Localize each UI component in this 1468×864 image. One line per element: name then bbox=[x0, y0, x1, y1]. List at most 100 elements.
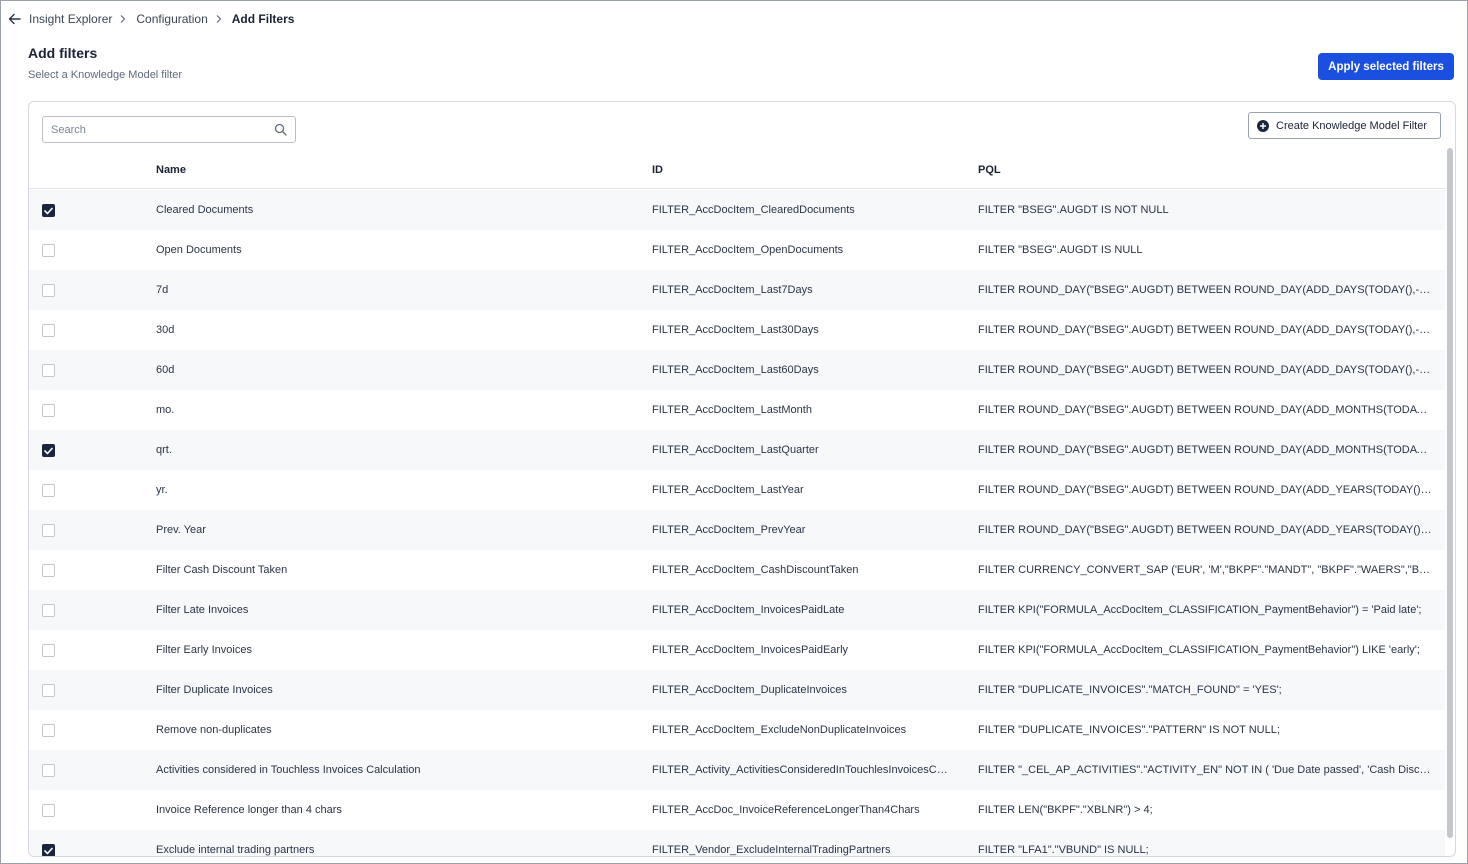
table-row[interactable]: Filter Duplicate Invoices FILTER_AccDocI… bbox=[29, 670, 1445, 710]
apply-selected-filters-button[interactable]: Apply selected filters bbox=[1318, 53, 1454, 80]
row-checkbox[interactable] bbox=[42, 404, 55, 417]
create-knowledge-model-filter-button[interactable]: Create Knowledge Model Filter bbox=[1248, 112, 1441, 139]
row-checkbox[interactable] bbox=[42, 604, 55, 617]
plus-circle-icon bbox=[1257, 119, 1269, 132]
row-id: FILTER_Activity_ActivitiesConsideredInTo… bbox=[652, 764, 952, 776]
row-pql: FILTER KPI("FORMULA_AccDocItem_CLASSIFIC… bbox=[978, 604, 1422, 616]
table-row[interactable]: Filter Late Invoices FILTER_AccDocItem_I… bbox=[29, 590, 1445, 630]
row-name: 60d bbox=[156, 364, 175, 376]
row-pql: FILTER "_CEL_AP_ACTIVITIES"."ACTIVITY_EN… bbox=[978, 764, 1434, 776]
row-id: FILTER_AccDocItem_OpenDocuments bbox=[652, 244, 844, 256]
filters-panel: Create Knowledge Model Filter Name ID PQ… bbox=[28, 101, 1456, 857]
scrollbar-thumb[interactable] bbox=[1447, 148, 1453, 838]
create-button-label: Create Knowledge Model Filter bbox=[1276, 119, 1428, 132]
row-pql: FILTER LEN("BKPF"."XBLNR") > 4; bbox=[978, 804, 1153, 816]
check-icon bbox=[44, 447, 53, 454]
table-row[interactable]: Filter Early Invoices FILTER_AccDocItem_… bbox=[29, 630, 1445, 670]
row-id: FILTER_AccDoc_InvoiceReferenceLongerThan… bbox=[652, 804, 920, 816]
row-id: FILTER_AccDocItem_InvoicesPaidLate bbox=[652, 604, 845, 616]
row-id: FILTER_AccDocItem_LastYear bbox=[652, 484, 804, 496]
row-pql: FILTER ROUND_DAY("BSEG".AUGDT) BETWEEN R… bbox=[978, 484, 1434, 496]
table-body: Cleared Documents FILTER_AccDocItem_Clea… bbox=[29, 190, 1445, 856]
row-name: Remove non-duplicates bbox=[156, 724, 272, 736]
table-row[interactable]: 30d FILTER_AccDocItem_Last30Days FILTER … bbox=[29, 310, 1445, 350]
page-title: Add filters bbox=[28, 45, 98, 61]
chevron-right-icon bbox=[119, 14, 129, 24]
row-checkbox[interactable] bbox=[42, 244, 55, 257]
row-id: FILTER_Vendor_ExcludeInternalTradingPart… bbox=[652, 844, 891, 856]
row-name: Exclude internal trading partners bbox=[156, 844, 315, 856]
row-checkbox[interactable] bbox=[42, 444, 55, 457]
check-icon bbox=[44, 207, 53, 214]
row-id: FILTER_AccDocItem_InvoicesPaidEarly bbox=[652, 644, 849, 656]
search-box bbox=[42, 116, 296, 143]
scrollbar[interactable] bbox=[1446, 146, 1454, 850]
row-checkbox[interactable] bbox=[42, 564, 55, 577]
row-checkbox[interactable] bbox=[42, 764, 55, 777]
row-pql: FILTER "DUPLICATE_INVOICES"."MATCH_FOUND… bbox=[978, 684, 1282, 696]
table-row[interactable]: Remove non-duplicates FILTER_AccDocItem_… bbox=[29, 710, 1445, 750]
row-checkbox[interactable] bbox=[42, 324, 55, 337]
table-row[interactable]: qrt. FILTER_AccDocItem_LastQuarter FILTE… bbox=[29, 430, 1445, 470]
row-checkbox[interactable] bbox=[42, 804, 55, 817]
row-id: FILTER_AccDocItem_Last30Days bbox=[652, 324, 819, 336]
table-row[interactable]: Open Documents FILTER_AccDocItem_OpenDoc… bbox=[29, 230, 1445, 270]
row-name: 7d bbox=[156, 284, 169, 296]
search-input[interactable] bbox=[43, 117, 263, 142]
row-checkbox[interactable] bbox=[42, 724, 55, 737]
row-name: qrt. bbox=[156, 444, 172, 456]
row-name: Open Documents bbox=[156, 244, 242, 256]
row-name: yr. bbox=[156, 484, 168, 496]
row-pql: FILTER CURRENCY_CONVERT_SAP ('EUR', 'M',… bbox=[978, 564, 1434, 576]
row-name: mo. bbox=[156, 404, 175, 416]
table-row[interactable]: mo. FILTER_AccDocItem_LastMonth FILTER R… bbox=[29, 390, 1445, 430]
column-header-pql[interactable]: PQL bbox=[978, 164, 1001, 176]
row-pql: FILTER ROUND_DAY("BSEG".AUGDT) BETWEEN R… bbox=[978, 444, 1434, 456]
row-id: FILTER_AccDocItem_ClearedDocuments bbox=[652, 204, 855, 216]
search-icon[interactable] bbox=[274, 123, 287, 136]
check-icon bbox=[44, 847, 53, 854]
row-name: Prev. Year bbox=[156, 524, 206, 536]
row-checkbox[interactable] bbox=[42, 644, 55, 657]
row-id: FILTER_AccDocItem_ExcludeNonDuplicateInv… bbox=[652, 724, 907, 736]
row-pql: FILTER KPI("FORMULA_AccDocItem_CLASSIFIC… bbox=[978, 644, 1420, 656]
row-checkbox[interactable] bbox=[42, 204, 55, 217]
row-pql: FILTER "BSEG".AUGDT IS NOT NULL bbox=[978, 204, 1169, 216]
breadcrumb-item-insight-explorer[interactable]: Insight Explorer bbox=[29, 12, 112, 26]
breadcrumb: Insight Explorer Configuration Add Filte… bbox=[8, 11, 294, 27]
row-checkbox[interactable] bbox=[42, 844, 55, 856]
row-name: Cleared Documents bbox=[156, 204, 254, 216]
row-checkbox[interactable] bbox=[42, 524, 55, 537]
row-name: Filter Late Invoices bbox=[156, 604, 249, 616]
row-checkbox[interactable] bbox=[42, 364, 55, 377]
row-pql: FILTER "BSEG".AUGDT IS NULL bbox=[978, 244, 1143, 256]
row-id: FILTER_AccDocItem_DuplicateInvoices bbox=[652, 684, 847, 696]
table-row[interactable]: Invoice Reference longer than 4 chars FI… bbox=[29, 790, 1445, 830]
row-name: Filter Duplicate Invoices bbox=[156, 684, 273, 696]
breadcrumb-current: Add Filters bbox=[231, 12, 295, 26]
chevron-right-icon bbox=[215, 14, 225, 24]
row-id: FILTER_AccDocItem_LastMonth bbox=[652, 404, 812, 416]
table-row[interactable]: yr. FILTER_AccDocItem_LastYear FILTER RO… bbox=[29, 470, 1445, 510]
row-pql: FILTER "DUPLICATE_INVOICES"."PATTERN" IS… bbox=[978, 724, 1280, 736]
table-row[interactable]: Filter Cash Discount Taken FILTER_AccDoc… bbox=[29, 550, 1445, 590]
breadcrumb-item-configuration[interactable]: Configuration bbox=[136, 12, 207, 26]
row-checkbox[interactable] bbox=[42, 284, 55, 297]
table-row[interactable]: 60d FILTER_AccDocItem_Last60Days FILTER … bbox=[29, 350, 1445, 390]
arrow-left-icon[interactable] bbox=[8, 12, 22, 26]
column-header-name[interactable]: Name bbox=[156, 164, 186, 176]
row-id: FILTER_AccDocItem_Last7Days bbox=[652, 284, 813, 296]
page-subtitle: Select a Knowledge Model filter bbox=[28, 69, 183, 81]
row-checkbox[interactable] bbox=[42, 684, 55, 697]
row-id: FILTER_AccDocItem_PrevYear bbox=[652, 524, 806, 536]
table-row[interactable]: Activities considered in Touchless Invoi… bbox=[29, 750, 1445, 790]
table-header: Name ID PQL bbox=[29, 154, 1445, 189]
row-checkbox[interactable] bbox=[42, 484, 55, 497]
table-row[interactable]: Cleared Documents FILTER_AccDocItem_Clea… bbox=[29, 190, 1445, 230]
column-header-id[interactable]: ID bbox=[652, 164, 663, 176]
row-id: FILTER_AccDocItem_Last60Days bbox=[652, 364, 819, 376]
row-pql: FILTER "LFA1"."VBUND" IS NULL; bbox=[978, 844, 1149, 856]
table-row[interactable]: Prev. Year FILTER_AccDocItem_PrevYear FI… bbox=[29, 510, 1445, 550]
table-row[interactable]: 7d FILTER_AccDocItem_Last7Days FILTER RO… bbox=[29, 270, 1445, 310]
table-row[interactable]: Exclude internal trading partners FILTER… bbox=[29, 830, 1445, 856]
